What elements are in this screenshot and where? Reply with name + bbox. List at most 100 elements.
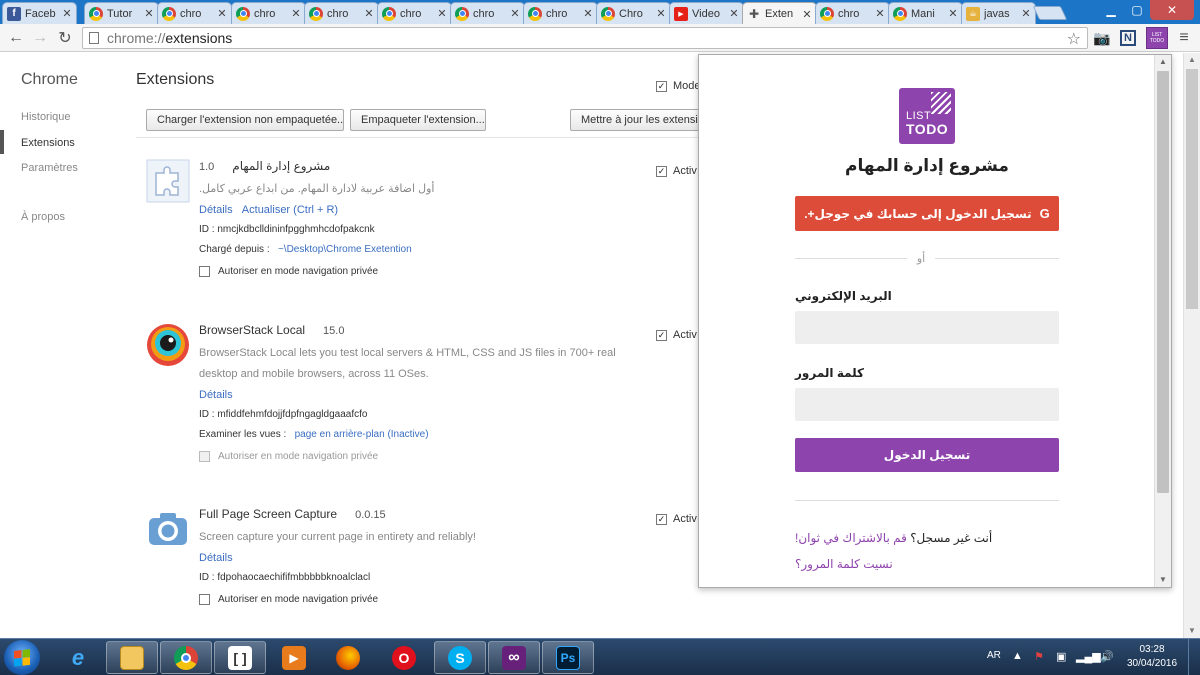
forgot-password-link[interactable]: نسيت كلمة المرور؟ [795,557,1059,571]
close-icon[interactable]: ✕ [948,7,958,20]
close-icon[interactable]: ✕ [437,7,447,20]
close-icon[interactable]: ✕ [291,7,301,20]
back-icon[interactable]: ← [6,28,26,48]
show-desktop-button[interactable] [1188,639,1200,675]
incognito-checkbox[interactable] [199,266,210,277]
tab-tutorial[interactable]: Tutor ✕ [84,2,159,24]
tab-title: chro [838,7,860,20]
close-icon[interactable]: ✕ [144,7,154,20]
address-bar[interactable]: chrome://extensions ☆ [82,27,1088,49]
details-link[interactable]: Détails [199,204,233,216]
details-link[interactable]: Détails [199,552,233,564]
language-indicator[interactable]: AR [987,650,1001,661]
bookmark-star-icon[interactable]: ☆ [1067,29,1081,49]
scroll-up-icon[interactable]: ▲ [1184,53,1200,67]
taskbar-photoshop[interactable]: Ps [542,641,594,674]
network-icon[interactable]: ▂▄▆ [1076,650,1101,663]
taskbar-visual-studio[interactable]: ∞ [488,641,540,674]
forward-icon[interactable]: → [30,28,50,48]
loaded-from-path-link[interactable]: ~\Desktop\Chrome Exetention [278,244,412,255]
close-icon[interactable]: ✕ [364,7,374,20]
close-icon[interactable]: ✕ [729,7,739,20]
tab-manifest[interactable]: Mani ✕ [888,2,963,24]
taskbar-opera[interactable]: O [378,641,430,674]
email-field[interactable] [795,311,1059,344]
taskbar-ie[interactable]: e [52,641,104,674]
sidebar-item-settings[interactable]: Paramètres [21,162,78,174]
checkbox-checked[interactable]: ✓ [656,80,667,92]
close-icon[interactable]: ✕ [510,7,520,20]
register-link[interactable]: قم بالاشتراك في ثوان! [795,531,907,545]
tray-app-icon[interactable]: ▣ [1056,650,1066,663]
enable-toggle[interactable]: ✓ Activ [656,513,697,525]
close-icon[interactable]: ✕ [656,7,666,20]
incognito-checkbox[interactable] [199,451,210,462]
taskbar-brackets[interactable]: [ ] [214,641,266,674]
taskbar-media[interactable]: ▶ [268,641,320,674]
tab-facebook[interactable]: f Faceb ✕ [2,2,77,24]
new-tab-button[interactable] [1032,6,1068,20]
tab-chrome[interactable]: chro ✕ [815,2,890,24]
close-icon[interactable]: ✕ [62,7,72,20]
scroll-down-icon[interactable]: ▼ [1184,624,1200,638]
close-icon[interactable]: ✕ [875,7,885,20]
password-field[interactable] [795,388,1059,421]
close-icon[interactable]: ✕ [217,7,227,20]
login-button[interactable]: تسجيل الدخول [795,438,1059,472]
page-scrollbar[interactable]: ▲ ▼ [1183,53,1200,638]
scroll-down-icon[interactable]: ▼ [1155,573,1171,587]
google-login-button[interactable]: G تسجيل الدخول إلى حسابك في جوجل+. [795,196,1059,231]
sidebar-item-about[interactable]: À propos [21,211,65,223]
close-icon[interactable]: ✕ [802,8,812,21]
background-page-link[interactable]: page en arrière-plan (Inactive) [295,429,429,440]
popup-scrollbar[interactable]: ▲ ▼ [1154,55,1171,587]
menu-icon[interactable]: ≡ [1174,28,1194,48]
developer-mode-toggle[interactable]: ✓ Mode [656,80,698,92]
load-unpacked-button[interactable]: Charger l'extension non empaquetée... [146,109,344,131]
scroll-up-icon[interactable]: ▲ [1155,55,1171,69]
tab-extensions[interactable]: ✚ Exten ✕ [742,2,817,25]
taskbar-chrome[interactable] [160,641,212,674]
close-icon[interactable]: ✕ [1021,7,1031,20]
scroll-thumb[interactable] [1157,71,1169,493]
volume-icon[interactable]: 🔊 [1100,650,1114,663]
list-todo-extension-icon[interactable]: LIST TODO [1146,27,1168,49]
minimize-button[interactable]: ▁ [1098,0,1124,20]
start-button[interactable] [4,640,40,675]
page-title: Extensions [136,71,215,88]
tab-chrome[interactable]: chro ✕ [157,2,232,24]
checkbox-checked[interactable]: ✓ [656,165,667,177]
action-center-icon[interactable]: ⚑ [1034,650,1044,663]
taskbar-firefox[interactable] [322,641,374,674]
incognito-checkbox[interactable] [199,594,210,605]
tab-javascript[interactable]: ☕ javas ✕ [961,2,1036,24]
taskbar-skype[interactable]: S [434,641,486,674]
tab-chrome[interactable]: chro ✕ [304,2,379,24]
system-clock[interactable]: 03:28 30/04/2016 [1124,643,1180,671]
checkbox-checked[interactable]: ✓ [656,513,667,525]
maximize-button[interactable]: ▢ [1124,0,1150,20]
tab-chrome[interactable]: chro ✕ [450,2,525,24]
tab-chrome[interactable]: chro ✕ [523,2,598,24]
enable-toggle[interactable]: ✓ Activ [656,329,697,341]
reload-icon[interactable]: ↻ [55,28,75,48]
n-extension-icon[interactable]: N [1118,28,1138,48]
window-close-button[interactable]: ✕ [1150,0,1194,20]
tab-video[interactable]: ▶ Video ✕ [669,2,744,24]
details-link[interactable]: Détails [199,389,233,401]
tab-chrome[interactable]: Chro ✕ [596,2,671,24]
tray-arrow-icon[interactable]: ▲ [1012,650,1023,662]
update-extensions-button[interactable]: Mettre à jour les extensions [570,109,698,131]
scroll-thumb[interactable] [1186,69,1198,309]
tab-chrome[interactable]: chro ✕ [377,2,452,24]
taskbar-explorer[interactable] [106,641,158,674]
tab-chrome[interactable]: chro ✕ [231,2,306,24]
reload-link[interactable]: Actualiser (Ctrl + R) [242,204,338,216]
screen-capture-extension-icon[interactable]: 📷 [1092,28,1112,48]
sidebar-item-history[interactable]: Historique [21,111,71,123]
pack-extension-button[interactable]: Empaqueter l'extension... [350,109,486,131]
sidebar-item-extensions[interactable]: Extensions [21,137,75,149]
close-icon[interactable]: ✕ [583,7,593,20]
checkbox-checked[interactable]: ✓ [656,329,667,341]
enable-toggle[interactable]: ✓ Activ [656,165,697,177]
